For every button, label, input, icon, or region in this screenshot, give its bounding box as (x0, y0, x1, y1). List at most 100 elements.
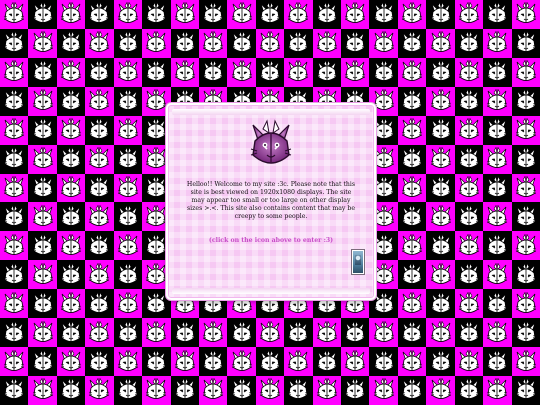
cat-mascot-icon (0, 202, 29, 232)
cat-mascot-icon (0, 0, 29, 29)
cat-mascot-icon (454, 375, 484, 405)
cat-mascot-icon (397, 260, 427, 290)
cat-mascot-icon (113, 375, 143, 405)
cat-mascot-icon (397, 231, 427, 261)
cat-mascot-icon (369, 318, 398, 348)
cat-mascot-icon (483, 0, 512, 29)
cat-mascot-icon (0, 86, 29, 116)
cat-mascot-icon (170, 57, 199, 87)
cat-mascot-icon (56, 260, 86, 290)
cat-mascot-icon (142, 28, 171, 58)
cat-mascot-icon (426, 289, 455, 319)
cat-mascot-icon (397, 202, 427, 232)
cat-mascot-icon (113, 202, 143, 232)
cat-mascot-icon (511, 86, 540, 116)
cat-mascot-icon (312, 375, 342, 405)
cat-mascot-icon (397, 86, 427, 116)
cat-mascot-icon (511, 115, 540, 145)
cat-mascot-icon (397, 115, 427, 145)
cat-mascot-icon (170, 375, 199, 405)
cat-mascot-icon (454, 289, 484, 319)
cat-mascot-icon (483, 347, 512, 376)
cat-mascot-icon (56, 231, 86, 261)
cat-mascot-icon (369, 375, 398, 405)
cat-mascot-icon (397, 289, 427, 319)
cat-mascot-icon (28, 173, 57, 203)
cat-mascot-icon (483, 144, 512, 174)
cat-mascot-icon (227, 318, 256, 348)
cat-mascot-icon (511, 231, 540, 261)
cat-mascot-icon (454, 202, 484, 232)
cat-mascot-icon (511, 202, 540, 232)
cat-mascot-icon (483, 318, 512, 348)
cat-mascot-icon (341, 347, 370, 376)
cat-mascot-icon (369, 347, 398, 376)
cat-mascot-icon (56, 173, 86, 203)
cat-mascot-icon (255, 57, 285, 87)
cat-mascot-icon (28, 347, 57, 376)
cat-mascot-icon (454, 86, 484, 116)
cat-mascot-icon (56, 115, 86, 145)
cat-mascot-icon (198, 347, 228, 376)
cat-mascot-icon (85, 347, 114, 376)
cat-mascot-icon (28, 144, 57, 174)
cat-mascot-icon (426, 202, 455, 232)
cat-mascot-icon (454, 115, 484, 145)
cat-mascot-icon (56, 0, 86, 29)
cat-mascot-icon (28, 202, 57, 232)
cat-mascot-icon (198, 28, 228, 58)
cat-mascot-icon (454, 28, 484, 58)
cat-mascot-icon (85, 28, 114, 58)
cat-mascot-icon (426, 144, 455, 174)
cat-mascot-icon (369, 28, 398, 58)
cat-mascot-icon (511, 0, 540, 29)
cat-mascot-icon (170, 0, 199, 29)
cat-mascot-icon (284, 347, 313, 376)
cat-mascot-icon (0, 260, 29, 290)
cat-mascot-icon (454, 57, 484, 87)
cat-mascot-icon (454, 0, 484, 29)
cat-mascot-icon (113, 57, 143, 87)
cat-mascot-icon (483, 86, 512, 116)
cat-mascot-icon (312, 57, 342, 87)
enter-mascot-icon[interactable] (245, 119, 297, 171)
cat-mascot-icon (170, 28, 199, 58)
cat-mascot-icon (113, 115, 143, 145)
cat-mascot-icon (227, 0, 256, 29)
cat-mascot-icon (113, 260, 143, 290)
cat-mascot-icon (284, 375, 313, 405)
cat-mascot-icon (341, 0, 370, 29)
cat-mascot-icon (397, 0, 427, 29)
cat-mascot-icon (227, 347, 256, 376)
cat-mascot-icon (454, 318, 484, 348)
cat-mascot-icon (511, 57, 540, 87)
cat-mascot-icon (312, 347, 342, 376)
cat-mascot-icon (312, 318, 342, 348)
cat-mascot-icon (426, 115, 455, 145)
cat-mascot-icon (426, 173, 455, 203)
cat-mascot-icon (85, 318, 114, 348)
cat-mascot-icon (426, 231, 455, 261)
cat-mascot-icon (56, 202, 86, 232)
cat-mascot-icon (483, 28, 512, 58)
cat-mascot-icon (0, 115, 29, 145)
cat-mascot-icon (454, 144, 484, 174)
cat-mascot-icon (511, 173, 540, 203)
cat-mascot-icon (511, 375, 540, 405)
cat-mascot-icon (85, 173, 114, 203)
enter-hint-text: (click on the icon above to enter :3) (208, 237, 334, 244)
welcome-message: Helloo!! Welcome to my site :3c. Please … (186, 181, 356, 220)
image-thumbnail-icon[interactable] (352, 250, 364, 274)
cat-mascot-icon (483, 115, 512, 145)
cat-mascot-icon (426, 318, 455, 348)
cat-mascot-icon (426, 0, 455, 29)
cat-mascot-icon (511, 28, 540, 58)
cat-mascot-icon (85, 86, 114, 116)
cat-mascot-icon (85, 260, 114, 290)
cat-mascot-icon (56, 57, 86, 87)
cat-mascot-icon (284, 57, 313, 87)
cat-mascot-icon (397, 173, 427, 203)
cat-mascot-icon (397, 347, 427, 376)
cat-mascot-icon (28, 231, 57, 261)
cat-mascot-icon (397, 28, 427, 58)
